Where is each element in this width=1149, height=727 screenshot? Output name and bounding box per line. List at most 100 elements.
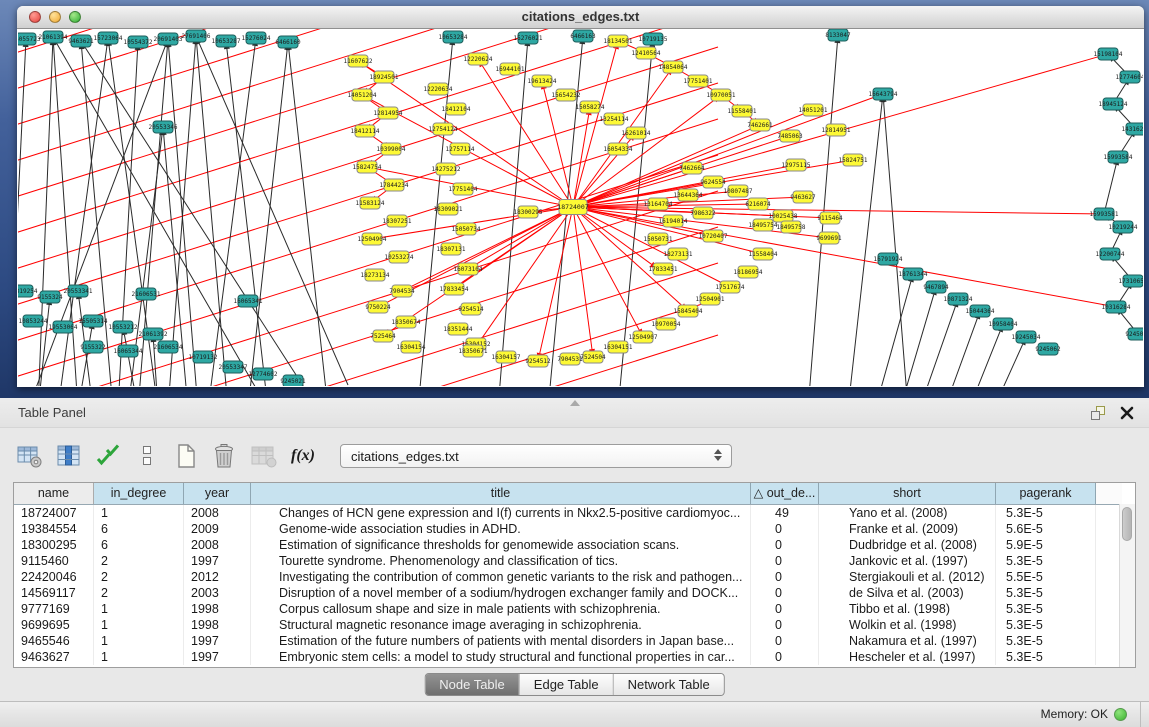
graph-edge[interactable] xyxy=(573,74,668,207)
graph-node[interactable]: 12504907 xyxy=(629,331,658,343)
graph-node[interactable]: 9463621 xyxy=(68,35,94,47)
graph-node[interactable]: 17833451 xyxy=(649,263,678,275)
graph-node[interactable]: 19245034 xyxy=(1012,331,1041,343)
table-row[interactable]: 911546021997Tourette syndrome. Phenomeno… xyxy=(14,553,1135,569)
tab-network-table[interactable]: Network Table xyxy=(613,674,724,695)
graph-node[interactable]: 18924501 xyxy=(370,71,399,83)
graph-node[interactable]: 20553347 xyxy=(219,361,248,373)
graph-node[interactable]: 15505314 xyxy=(79,315,108,327)
table-row[interactable]: 977716911998Corpus callosum shape and si… xyxy=(14,601,1135,617)
column-header-filler[interactable] xyxy=(1096,483,1122,504)
graph-node[interactable]: 9699691 xyxy=(816,232,842,244)
column-header-out_degree[interactable]: △ out_de... xyxy=(751,483,819,504)
graph-node[interactable]: 27691406 xyxy=(182,30,211,42)
graph-node[interactable]: 9115464 xyxy=(817,212,843,224)
select-none-icon[interactable] xyxy=(131,440,163,472)
column-header-year[interactable]: year xyxy=(184,483,251,504)
graph-node[interactable]: 12757114 xyxy=(446,143,475,155)
graph-node[interactable]: 20553341 xyxy=(64,285,93,297)
table-row[interactable]: 946554611997Estimation of the future num… xyxy=(14,633,1135,649)
graph-node[interactable]: 6466163 xyxy=(570,30,596,42)
graph-node[interactable]: 16054334 xyxy=(604,143,633,155)
graph-node[interactable]: 20553346 xyxy=(149,121,178,133)
graph-node[interactable]: 16194014 xyxy=(659,215,688,227)
graph-node[interactable]: 11607622 xyxy=(344,55,373,67)
graph-node[interactable]: 15058274 xyxy=(576,101,605,113)
graph-node[interactable]: 12504904 xyxy=(358,233,387,245)
graph-edge[interactable] xyxy=(54,45,78,386)
graph-node[interactable]: 7462664 xyxy=(679,162,705,174)
graph-node[interactable]: 9245024 xyxy=(1125,328,1143,340)
graph-node[interactable]: 15723064 xyxy=(94,32,123,44)
graph-node[interactable]: 16791924 xyxy=(874,253,903,265)
table-row[interactable]: 1938455462009Genome-wide association stu… xyxy=(14,521,1135,537)
graph-edge[interactable] xyxy=(973,331,1000,386)
table-row[interactable]: 1872400712008Changes of HCN gene express… xyxy=(14,505,1135,521)
table-row[interactable]: 2242004622012Investigating the contribut… xyxy=(14,569,1135,585)
graph-node[interactable]: 14275212 xyxy=(432,163,461,175)
graph-node[interactable]: 10399004 xyxy=(377,143,406,155)
graph-node[interactable]: 12220624 xyxy=(464,53,493,65)
graph-node[interactable]: 10970054 xyxy=(652,318,681,330)
close-button[interactable] xyxy=(29,11,41,23)
graph-node[interactable]: 13644364 xyxy=(674,189,703,201)
graph-edge[interactable] xyxy=(878,282,911,386)
table-row[interactable]: 969969511998Structural magnetic resonanc… xyxy=(14,617,1135,633)
graph-node[interactable]: 9254512 xyxy=(525,355,551,367)
graph-node[interactable]: 14051201 xyxy=(799,104,828,116)
graph-node[interactable]: 16065341 xyxy=(234,295,263,307)
graph-node[interactable]: 18273134 xyxy=(361,269,390,281)
graph-node[interactable]: 7904531 xyxy=(557,353,583,365)
graph-node[interactable]: 18945124 xyxy=(1099,98,1128,110)
graph-node[interactable]: 15198104 xyxy=(1094,48,1123,60)
table-scrollbar-thumb[interactable] xyxy=(1122,507,1132,541)
graph-node[interactable]: 15824754 xyxy=(353,161,382,173)
graph-node[interactable]: 12504901 xyxy=(696,293,725,305)
graph-node[interactable]: 14316274 xyxy=(1122,123,1143,135)
graph-node[interactable]: 18350674 xyxy=(392,316,421,328)
graph-node[interactable]: 17751401 xyxy=(684,75,713,87)
graph-node[interactable]: 12975115 xyxy=(782,159,811,171)
network-window-titlebar[interactable]: citations_edges.txt xyxy=(17,6,1144,29)
graph-node[interactable]: 10319254 xyxy=(18,285,38,297)
graph-node[interactable]: 18309021 xyxy=(434,203,463,215)
graph-node[interactable]: 15845404 xyxy=(674,305,703,317)
graph-node[interactable]: 10719135 xyxy=(639,33,668,45)
graph-node[interactable]: 10853244 xyxy=(19,315,48,327)
float-panel-icon[interactable] xyxy=(1090,405,1106,421)
close-panel-icon[interactable] xyxy=(1119,405,1135,421)
graph-node[interactable]: 7904534 xyxy=(389,285,415,297)
function-builder-icon[interactable]: f(x) xyxy=(287,440,319,472)
graph-node[interactable]: 14051204 xyxy=(348,89,377,101)
graph-node[interactable]: 18351444 xyxy=(444,323,473,335)
tab-edge-table[interactable]: Edge Table xyxy=(519,674,613,695)
select-all-check-icon[interactable] xyxy=(92,440,124,472)
graph-node[interactable]: 17833454 xyxy=(440,283,469,295)
graph-edge[interactable] xyxy=(573,128,753,207)
graph-node[interactable]: 21606534 xyxy=(154,341,183,353)
graph-edge[interactable] xyxy=(573,207,592,349)
table-row[interactable]: 1830029562008Estimation of significance … xyxy=(14,537,1135,553)
graph-node[interactable]: 12754124 xyxy=(429,123,458,135)
column-header-in_degree[interactable]: in_degree xyxy=(94,483,184,504)
graph-node[interactable]: 10970051 xyxy=(707,89,736,101)
graph-node[interactable]: 18307131 xyxy=(437,243,466,255)
graph-node[interactable]: 9463627 xyxy=(790,191,816,203)
graph-node[interactable]: 12774602 xyxy=(249,368,278,380)
graph-node[interactable]: 7525464 xyxy=(370,330,396,342)
graph-node[interactable]: 16643794 xyxy=(869,88,898,100)
graph-node[interactable]: 9155324 xyxy=(37,291,63,303)
graph-node[interactable]: 18186954 xyxy=(734,266,763,278)
graph-edge[interactable] xyxy=(18,47,26,386)
graph-node[interactable]: 12774604 xyxy=(1116,71,1143,83)
graph-node-hub[interactable]: 18724007 xyxy=(557,200,588,215)
table-settings-icon[interactable] xyxy=(14,440,46,472)
new-table-icon[interactable] xyxy=(170,440,202,472)
graph-edge[interactable] xyxy=(540,207,573,353)
graph-node[interactable]: 20691403 xyxy=(154,33,183,45)
graph-node[interactable]: 18412114 xyxy=(351,125,380,137)
graph-edge[interactable] xyxy=(482,66,573,207)
graph-edge[interactable] xyxy=(118,50,138,386)
column-header-name[interactable]: name xyxy=(14,483,94,504)
graph-node[interactable]: 10316284 xyxy=(1102,301,1131,313)
